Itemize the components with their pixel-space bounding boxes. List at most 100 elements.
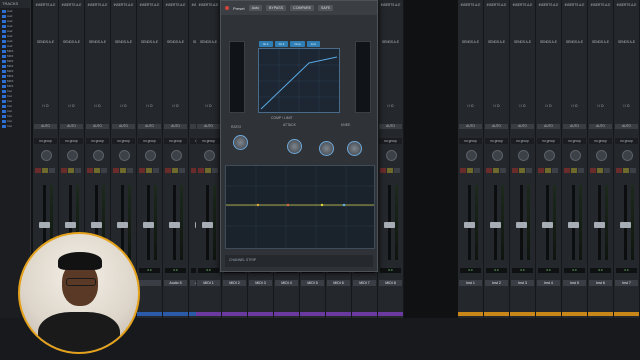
track-name[interactable]: MIDI 7 <box>353 280 376 286</box>
automation-mode-select[interactable]: AUTO <box>485 124 508 129</box>
mute-button[interactable] <box>500 168 506 173</box>
record-button[interactable] <box>564 168 570 173</box>
solo-button[interactable] <box>467 168 473 173</box>
group-select[interactable]: no group <box>197 138 220 144</box>
automation-mode-select[interactable]: AUTO <box>589 124 612 129</box>
fader-handle[interactable] <box>169 222 180 228</box>
solo-button[interactable] <box>545 168 551 173</box>
automation-mode-select[interactable]: AUTO <box>615 124 638 129</box>
mute-button[interactable] <box>394 168 400 173</box>
group-select[interactable]: no group <box>459 138 482 144</box>
eq-graph[interactable] <box>225 165 375 249</box>
close-icon[interactable] <box>225 6 229 10</box>
pan-knob[interactable] <box>596 150 607 161</box>
auto-button[interactable]: Auto <box>248 5 262 11</box>
record-button[interactable] <box>538 168 544 173</box>
solo-button[interactable] <box>205 168 211 173</box>
channel-strip[interactable]: INSERTS A-E SENDS A-E I / O AUTO no group 0.0… <box>536 0 562 318</box>
group-select[interactable]: no group <box>379 138 402 144</box>
track-name[interactable]: MIDI 4 <box>275 280 298 286</box>
tab-limiter[interactable]: Lmt <box>306 41 320 47</box>
mute-button[interactable] <box>49 168 55 173</box>
mute-button[interactable] <box>604 168 610 173</box>
track-row[interactable]: MIDI <box>2 64 28 68</box>
mute-button[interactable] <box>526 168 532 173</box>
group-select[interactable]: no group <box>34 138 57 144</box>
record-button[interactable] <box>113 168 119 173</box>
automation-mode-select[interactable]: AUTO <box>60 124 83 129</box>
ratio-knob[interactable] <box>233 135 248 150</box>
fader-handle[interactable] <box>202 222 213 228</box>
track-row[interactable]: MIDI <box>2 49 28 53</box>
track-name[interactable]: Inst 5 <box>563 280 586 286</box>
track-row[interactable]: Inst <box>2 94 28 98</box>
channel-strip[interactable]: INSERTS A-E SENDS A-E I / O AUTO no group 0.0… <box>196 0 222 318</box>
track-row[interactable]: Inst <box>2 99 28 103</box>
track-row[interactable]: MIDI <box>2 74 28 78</box>
track-name[interactable]: MIDI 3 <box>249 280 272 286</box>
knee-knob[interactable] <box>319 141 334 156</box>
track-row[interactable]: Inst <box>2 109 28 113</box>
pan-knob[interactable] <box>41 150 52 161</box>
release-knob[interactable] <box>347 141 362 156</box>
solo-button[interactable] <box>519 168 525 173</box>
track-name[interactable]: MIDI 8 <box>379 280 402 286</box>
pan-knob[interactable] <box>67 150 78 161</box>
automation-mode-select[interactable]: AUTO <box>112 124 135 129</box>
mute-button[interactable] <box>578 168 584 173</box>
track-row[interactable]: Aud <box>2 44 28 48</box>
pan-knob[interactable] <box>171 150 182 161</box>
eq-band-2[interactable] <box>286 203 290 207</box>
fader-handle[interactable] <box>91 222 102 228</box>
pan-knob[interactable] <box>622 150 633 161</box>
fader-handle[interactable] <box>384 222 395 228</box>
pan-knob[interactable] <box>492 150 503 161</box>
channel-strip[interactable]: INSERTS A-E SENDS A-E I / O AUTO no group 0.0 <box>137 0 163 318</box>
automation-mode-select[interactable]: AUTO <box>86 124 109 129</box>
fader-handle[interactable] <box>490 222 501 228</box>
group-select[interactable]: no group <box>563 138 586 144</box>
record-button[interactable] <box>486 168 492 173</box>
solo-button[interactable] <box>597 168 603 173</box>
fader-handle[interactable] <box>542 222 553 228</box>
channel-strip[interactable]: INSERTS A-E SENDS A-E I / O AUTO no group 0.0… <box>510 0 536 318</box>
fader-handle[interactable] <box>464 222 475 228</box>
fader-handle[interactable] <box>568 222 579 228</box>
track-row[interactable]: Aud <box>2 39 28 43</box>
fader-handle[interactable] <box>594 222 605 228</box>
channel-strip[interactable]: INSERTS A-E SENDS A-E I / O AUTO no group 0.0… <box>614 0 640 318</box>
tab-compressor[interactable]: Cmp <box>290 41 305 47</box>
automation-mode-select[interactable]: AUTO <box>459 124 482 129</box>
track-row[interactable]: Aud <box>2 34 28 38</box>
automation-mode-select[interactable]: AUTO <box>511 124 534 129</box>
track-row[interactable]: Aud <box>2 29 28 33</box>
record-button[interactable] <box>87 168 93 173</box>
group-select[interactable]: no group <box>511 138 534 144</box>
group-select[interactable]: no group <box>112 138 135 144</box>
fader-handle[interactable] <box>516 222 527 228</box>
pan-knob[interactable] <box>93 150 104 161</box>
pan-knob[interactable] <box>518 150 529 161</box>
eq-band-4[interactable] <box>342 203 346 207</box>
fader-handle[interactable] <box>620 222 631 228</box>
automation-mode-select[interactable]: AUTO <box>537 124 560 129</box>
channel-strip[interactable]: INSERTS A-E SENDS A-E I / O AUTO no group 0.0… <box>458 0 484 318</box>
track-row[interactable]: Inst <box>2 104 28 108</box>
pan-knob[interactable] <box>119 150 130 161</box>
track-name[interactable]: Audio 5 <box>164 280 187 286</box>
solo-button[interactable] <box>387 168 393 173</box>
eq-band-1[interactable] <box>256 203 260 207</box>
mute-button[interactable] <box>212 168 218 173</box>
solo-button[interactable] <box>493 168 499 173</box>
pan-knob[interactable] <box>570 150 581 161</box>
track-name[interactable]: MIDI 2 <box>223 280 246 286</box>
plugin-window[interactable]: Preset Auto BYPASS COMPARE SAFE Gt 1 Gt … <box>220 0 378 272</box>
mute-button[interactable] <box>179 168 185 173</box>
automation-mode-select[interactable]: AUTO <box>164 124 187 129</box>
mute-button[interactable] <box>127 168 133 173</box>
track-row[interactable]: Inst <box>2 89 28 93</box>
fader-handle[interactable] <box>143 222 154 228</box>
fader-handle[interactable] <box>65 222 76 228</box>
pan-knob[interactable] <box>466 150 477 161</box>
track-row[interactable]: Inst <box>2 119 28 123</box>
